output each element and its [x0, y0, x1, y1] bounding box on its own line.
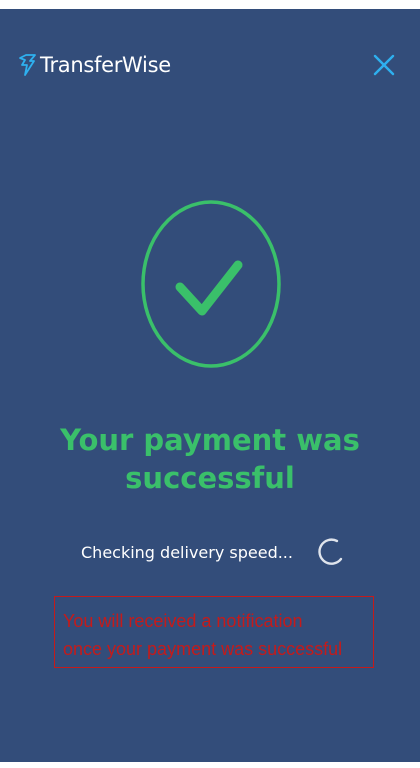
- headline-line-1: Your payment was: [60, 423, 360, 457]
- payment-success-screen: TransferWise Your payment was successful…: [0, 9, 420, 762]
- notification-annotation-box: You will received a notification once yo…: [54, 596, 374, 668]
- delivery-status-row: Checking delivery speed...: [81, 537, 345, 567]
- success-indicator: [140, 199, 282, 369]
- headline-line-2: successful: [125, 461, 295, 495]
- transferwise-flag-icon: [19, 54, 36, 76]
- close-button[interactable]: [370, 51, 398, 79]
- brand-name: TransferWise: [40, 53, 171, 77]
- close-icon: [373, 54, 395, 76]
- brand-logo: TransferWise: [18, 47, 171, 83]
- checking-delivery-text: Checking delivery speed...: [81, 542, 293, 562]
- checkmark-circle-icon: [141, 200, 281, 368]
- notice-line-2: once your payment was successful: [63, 639, 343, 659]
- notice-line-1: You will received a notification: [63, 611, 303, 631]
- loading-spinner-icon: [318, 538, 343, 565]
- success-headline: Your payment was successful: [0, 421, 420, 497]
